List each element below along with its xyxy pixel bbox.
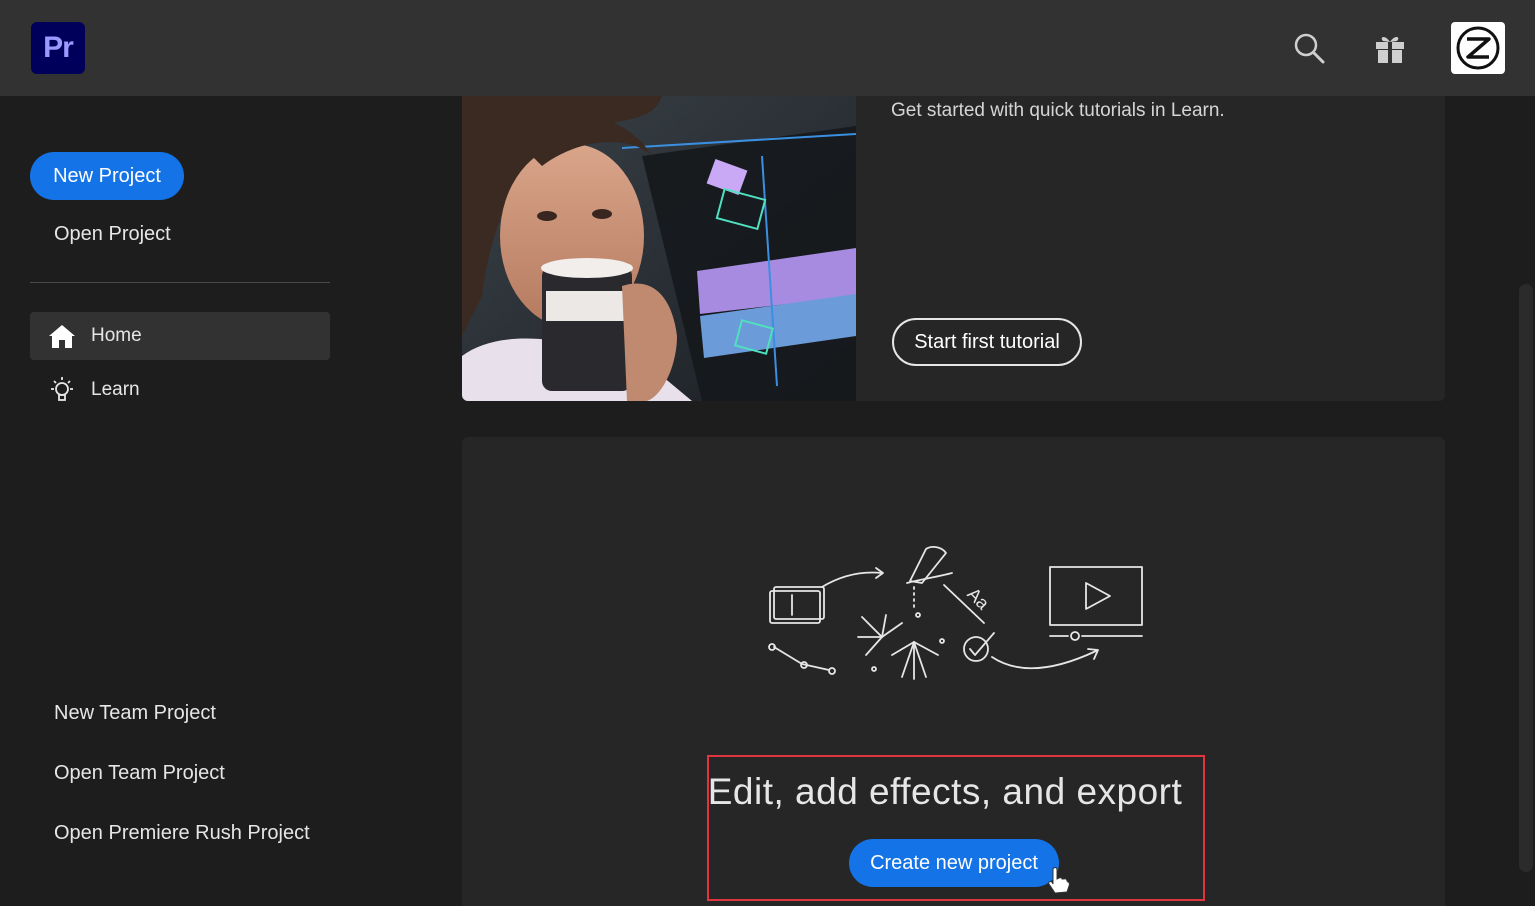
- avatar-logo-icon: [1456, 26, 1500, 70]
- tutorial-thumbnail[interactable]: [462, 96, 856, 401]
- new-project-button[interactable]: New Project: [30, 152, 184, 200]
- sidebar: New Project Open Project Home Learn New …: [0, 96, 360, 906]
- sidebar-divider: [30, 282, 330, 283]
- editing-illustration-icon: Aa: [768, 546, 1143, 680]
- hand-cursor-icon: [1048, 867, 1070, 894]
- scrollbar-thumb[interactable]: [1519, 284, 1533, 872]
- top-bar: Pr: [0, 0, 1535, 96]
- gift-icon[interactable]: [1370, 28, 1410, 68]
- avatar[interactable]: [1451, 22, 1505, 74]
- premiere-logo: Pr: [31, 22, 85, 74]
- search-icon[interactable]: [1289, 28, 1329, 68]
- learn-card: Get started with quick tutorials in Lear…: [462, 96, 1445, 401]
- create-project-card: Aa Edit, add effects, and export Create …: [462, 437, 1445, 906]
- new-team-project-link[interactable]: New Team Project: [54, 702, 216, 725]
- lightbulb-icon: [48, 376, 76, 404]
- home-icon: [48, 322, 76, 350]
- sidebar-item-home[interactable]: Home: [30, 312, 330, 360]
- sidebar-item-label: Learn: [91, 379, 140, 400]
- svg-text:Aa: Aa: [963, 584, 993, 614]
- sidebar-item-label: Home: [91, 325, 142, 346]
- open-rush-project-link[interactable]: Open Premiere Rush Project: [54, 822, 310, 845]
- open-project-link[interactable]: Open Project: [54, 223, 171, 246]
- create-new-project-button[interactable]: Create new project: [849, 839, 1059, 887]
- create-card-title: Edit, add effects, and export: [707, 771, 1183, 812]
- sidebar-item-learn[interactable]: Learn: [30, 366, 330, 414]
- start-tutorial-button[interactable]: Start first tutorial: [892, 318, 1082, 366]
- learn-card-text: Get started with quick tutorials in Lear…: [891, 100, 1225, 121]
- open-team-project-link[interactable]: Open Team Project: [54, 762, 225, 785]
